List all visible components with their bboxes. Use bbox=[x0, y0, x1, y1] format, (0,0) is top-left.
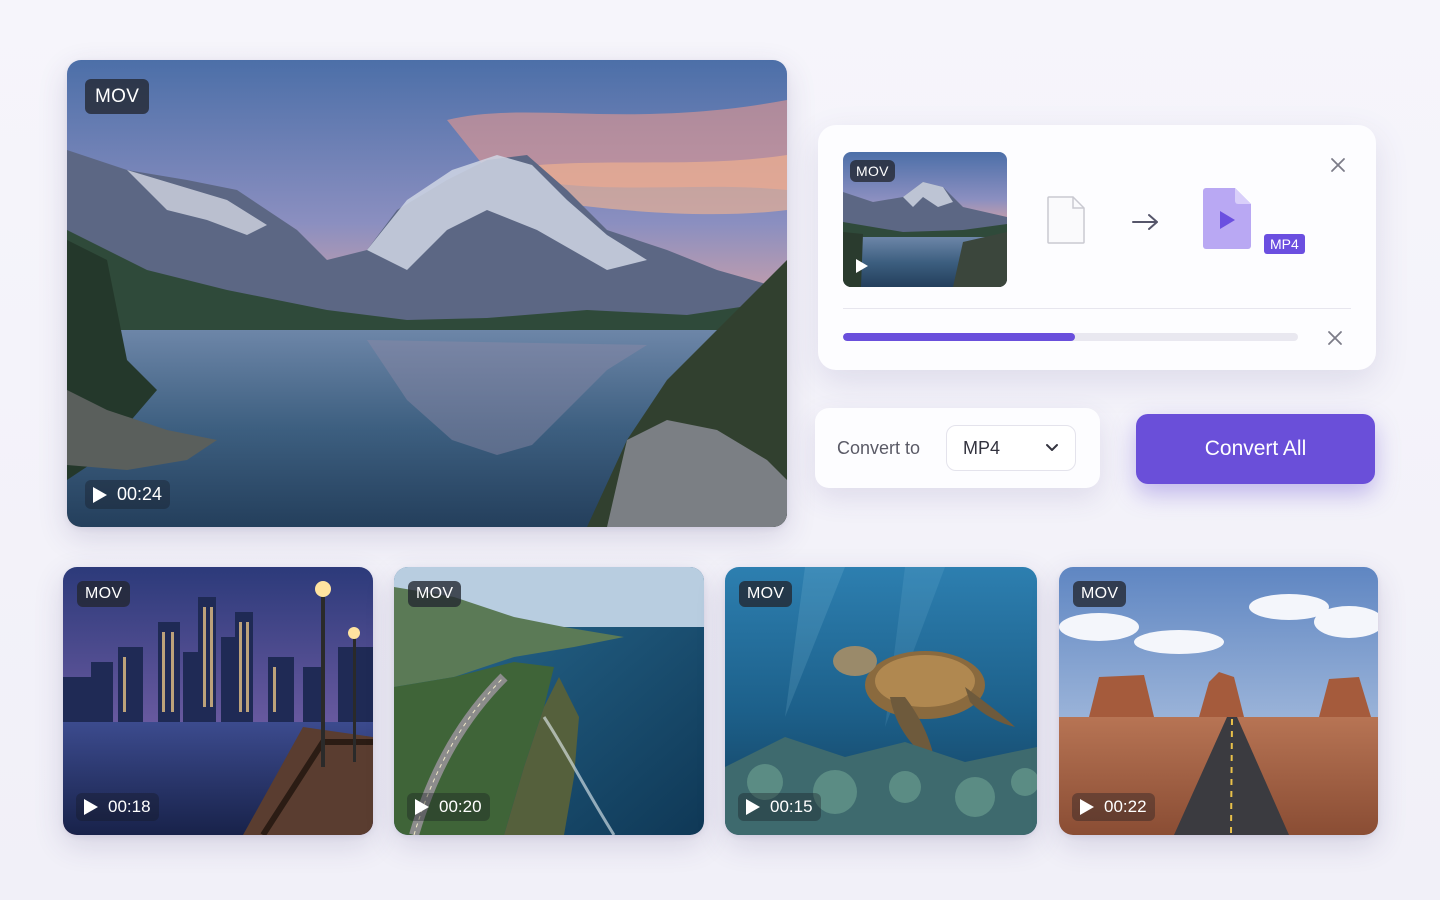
duration-label[interactable]: 00:22 bbox=[1072, 793, 1155, 821]
duration-text: 00:22 bbox=[1104, 797, 1147, 816]
video-thumbnail-card[interactable]: MOV 00:18 bbox=[63, 567, 373, 835]
main-video-preview[interactable]: MOV 00:24 bbox=[67, 60, 787, 527]
arrow-right-icon bbox=[1132, 214, 1158, 230]
conversion-progress-bar bbox=[843, 333, 1298, 341]
format-select-dropdown[interactable]: MP4 bbox=[946, 425, 1076, 471]
video-thumbnail-card[interactable]: MOV 00:15 bbox=[725, 567, 1037, 835]
format-badge: MOV bbox=[85, 79, 150, 114]
duration-text: 00:24 bbox=[117, 484, 163, 504]
play-icon[interactable] bbox=[856, 259, 868, 273]
video-thumbnail-card[interactable]: MOV 00:20 bbox=[394, 567, 704, 835]
convert-to-label: Convert to bbox=[837, 437, 921, 458]
duration-label[interactable]: 00:24 bbox=[85, 480, 171, 509]
close-icon[interactable] bbox=[1328, 155, 1348, 175]
play-icon[interactable] bbox=[1080, 799, 1094, 815]
format-badge: MOV bbox=[408, 581, 462, 607]
source-video-thumbnail[interactable]: MOV bbox=[843, 152, 1007, 287]
conversion-panel: MOV MP4 bbox=[818, 125, 1376, 370]
selected-format: MP4 bbox=[963, 437, 1001, 458]
duration-label[interactable]: 00:15 bbox=[738, 793, 821, 821]
format-badge: MOV bbox=[77, 581, 131, 607]
convert-all-button[interactable]: Convert All bbox=[1136, 414, 1375, 484]
duration-text: 00:18 bbox=[108, 797, 151, 816]
target-format-tag: MP4 bbox=[1264, 234, 1305, 254]
play-icon[interactable] bbox=[746, 799, 760, 815]
convert-to-panel: Convert to MP4 bbox=[815, 408, 1100, 488]
video-file-icon bbox=[1203, 188, 1251, 249]
play-icon[interactable] bbox=[415, 799, 429, 815]
duration-label[interactable]: 00:18 bbox=[76, 793, 159, 821]
format-badge: MOV bbox=[739, 581, 793, 607]
chevron-down-icon bbox=[1046, 444, 1058, 451]
progress-fill bbox=[843, 333, 1076, 341]
cancel-conversion-icon[interactable] bbox=[1325, 328, 1345, 348]
file-icon bbox=[1047, 196, 1085, 244]
video-thumbnail-card[interactable]: MOV 00:22 bbox=[1059, 567, 1378, 835]
format-badge: MOV bbox=[850, 160, 895, 182]
duration-text: 00:20 bbox=[439, 797, 482, 816]
mountain-lake-image bbox=[67, 60, 787, 527]
duration-text: 00:15 bbox=[770, 797, 813, 816]
play-icon[interactable] bbox=[93, 486, 107, 503]
play-icon[interactable] bbox=[84, 799, 98, 815]
format-badge: MOV bbox=[1073, 581, 1127, 607]
duration-label[interactable]: 00:20 bbox=[407, 793, 490, 821]
panel-divider bbox=[843, 308, 1351, 309]
